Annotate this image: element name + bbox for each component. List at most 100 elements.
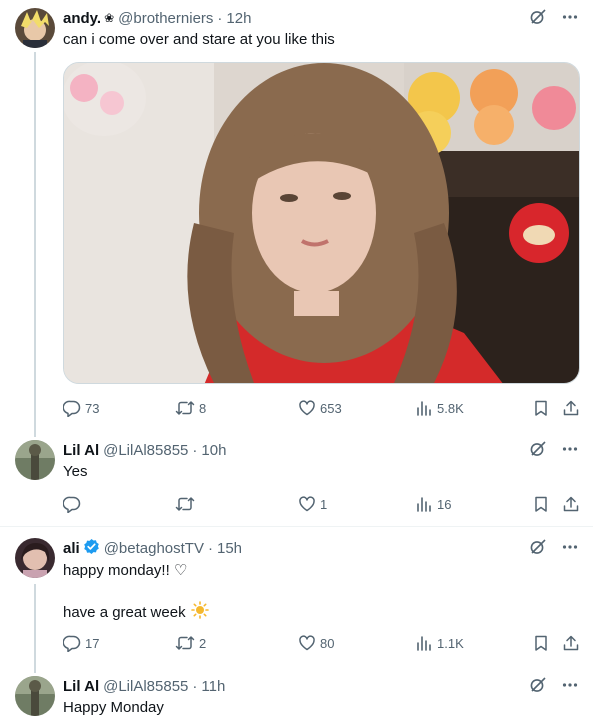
display-name[interactable]: andy. bbox=[63, 10, 101, 27]
views-icon bbox=[417, 636, 431, 651]
reply-button[interactable]: 73 bbox=[63, 398, 99, 418]
share-button[interactable] bbox=[562, 398, 580, 418]
grok-icon[interactable] bbox=[529, 8, 547, 26]
tweet-header: andy. ❀ @brotherniers · 12h bbox=[63, 8, 251, 28]
tweet-header: Lil Al @LilAl85855 · 10h bbox=[63, 440, 226, 460]
more-icon[interactable] bbox=[561, 8, 579, 26]
views-icon bbox=[417, 401, 431, 416]
tweet-actions: 17 2 80 1.1K bbox=[63, 633, 583, 653]
tweet-text: Happy Monday bbox=[63, 699, 164, 716]
separator: · bbox=[217, 9, 223, 27]
share-button[interactable] bbox=[562, 633, 580, 653]
views-count: 16 bbox=[437, 496, 452, 512]
views-count: 1.1K bbox=[437, 635, 464, 651]
tweet-andy[interactable]: andy. ❀ @brotherniers · 12h can i come o… bbox=[0, 0, 593, 437]
reply-button[interactable]: 17 bbox=[63, 633, 99, 653]
share-icon bbox=[563, 400, 579, 416]
like-button[interactable]: 80 bbox=[298, 633, 334, 653]
grok-icon[interactable] bbox=[529, 676, 547, 694]
display-name[interactable]: Lil Al bbox=[63, 442, 99, 459]
tweet-actions: 1 16 bbox=[63, 494, 583, 514]
bookmark-button[interactable] bbox=[532, 398, 550, 418]
tweet-top-actions bbox=[529, 676, 579, 694]
tweet-header: Lil Al @LilAl85855 · 11h bbox=[63, 676, 225, 696]
like-button[interactable]: 653 bbox=[298, 398, 342, 418]
more-icon[interactable] bbox=[561, 440, 579, 458]
handle[interactable]: @LilAl85855 bbox=[103, 442, 188, 459]
tweet-reply-lil-al[interactable]: Lil Al @LilAl85855 · 10h Yes 1 16 bbox=[0, 430, 593, 526]
share-icon bbox=[563, 635, 579, 651]
tweet-ali[interactable]: ali @betaghostTV · 15h happy monday!! ♡ … bbox=[0, 527, 593, 673]
timestamp[interactable]: 11h bbox=[201, 678, 225, 695]
like-count: 80 bbox=[320, 635, 335, 651]
reply-count: 73 bbox=[85, 400, 100, 416]
views-icon bbox=[417, 497, 431, 512]
verified-badge-icon bbox=[83, 538, 100, 559]
repost-icon bbox=[175, 401, 195, 415]
views-button[interactable]: 1.1K bbox=[415, 633, 464, 653]
reply-icon bbox=[63, 635, 81, 652]
tweet-header: ali @betaghostTV · 15h bbox=[63, 538, 242, 558]
tweet-top-actions bbox=[529, 538, 579, 556]
thread-line bbox=[34, 52, 36, 437]
more-icon[interactable] bbox=[561, 538, 579, 556]
heart-icon bbox=[299, 496, 315, 512]
share-button[interactable] bbox=[562, 494, 580, 514]
avatar[interactable] bbox=[15, 538, 55, 578]
repost-button[interactable]: 2 bbox=[175, 633, 206, 653]
reply-count: 17 bbox=[85, 635, 100, 651]
sun-emoji bbox=[190, 601, 209, 625]
avatar[interactable] bbox=[15, 8, 55, 48]
bookmark-button[interactable] bbox=[532, 494, 550, 514]
grok-icon[interactable] bbox=[529, 538, 547, 556]
share-icon bbox=[563, 496, 579, 512]
avatar[interactable] bbox=[15, 440, 55, 480]
tweet-text: Yes bbox=[63, 463, 88, 480]
reply-button[interactable] bbox=[63, 494, 85, 514]
views-button[interactable]: 16 bbox=[415, 494, 451, 514]
views-button[interactable]: 5.8K bbox=[415, 398, 464, 418]
handle[interactable]: @LilAl85855 bbox=[103, 678, 188, 695]
like-count: 653 bbox=[320, 400, 342, 416]
timestamp[interactable]: 12h bbox=[226, 10, 251, 27]
avatar[interactable] bbox=[15, 676, 55, 716]
repost-button[interactable]: 8 bbox=[175, 398, 206, 418]
tweet-text-line-2: have a great week bbox=[63, 601, 209, 625]
display-name[interactable]: ali bbox=[63, 540, 80, 557]
bookmark-icon bbox=[535, 496, 547, 512]
thread-line bbox=[34, 584, 36, 673]
heart-icon bbox=[299, 400, 315, 416]
tweet-photo[interactable] bbox=[63, 62, 580, 384]
tweet-text: can i come over and stare at you like th… bbox=[63, 31, 335, 48]
photo-illustration bbox=[64, 63, 579, 383]
tweet-top-actions bbox=[529, 8, 579, 26]
handle[interactable]: @brotherniers bbox=[118, 10, 213, 27]
reply-icon bbox=[63, 400, 81, 417]
tweet-reply-lil-al-2[interactable]: Lil Al @LilAl85855 · 11h Happy Monday bbox=[0, 667, 593, 719]
repost-icon bbox=[175, 497, 195, 511]
repost-button[interactable] bbox=[175, 494, 199, 514]
handle[interactable]: @betaghostTV bbox=[104, 540, 204, 557]
separator: · bbox=[192, 441, 198, 459]
repost-icon bbox=[175, 636, 195, 650]
separator: · bbox=[192, 677, 198, 695]
repost-count: 8 bbox=[199, 400, 207, 416]
grok-icon[interactable] bbox=[529, 440, 547, 458]
bookmark-button[interactable] bbox=[532, 633, 550, 653]
views-count: 5.8K bbox=[437, 400, 464, 416]
bookmark-icon bbox=[535, 400, 547, 416]
separator: · bbox=[207, 539, 213, 557]
heart-icon bbox=[299, 635, 315, 651]
reply-icon bbox=[63, 496, 81, 513]
timestamp[interactable]: 10h bbox=[201, 442, 226, 459]
bookmark-icon bbox=[535, 635, 547, 651]
more-icon[interactable] bbox=[561, 676, 579, 694]
tweet-top-actions bbox=[529, 440, 579, 458]
display-name[interactable]: Lil Al bbox=[63, 678, 99, 695]
repost-count: 2 bbox=[199, 635, 207, 651]
tweet-text-line-2-text: have a great week bbox=[63, 604, 186, 621]
timestamp[interactable]: 15h bbox=[217, 540, 242, 557]
name-flower-symbol: ❀ bbox=[104, 11, 115, 25]
like-button[interactable]: 1 bbox=[298, 494, 327, 514]
like-count: 1 bbox=[320, 496, 328, 512]
